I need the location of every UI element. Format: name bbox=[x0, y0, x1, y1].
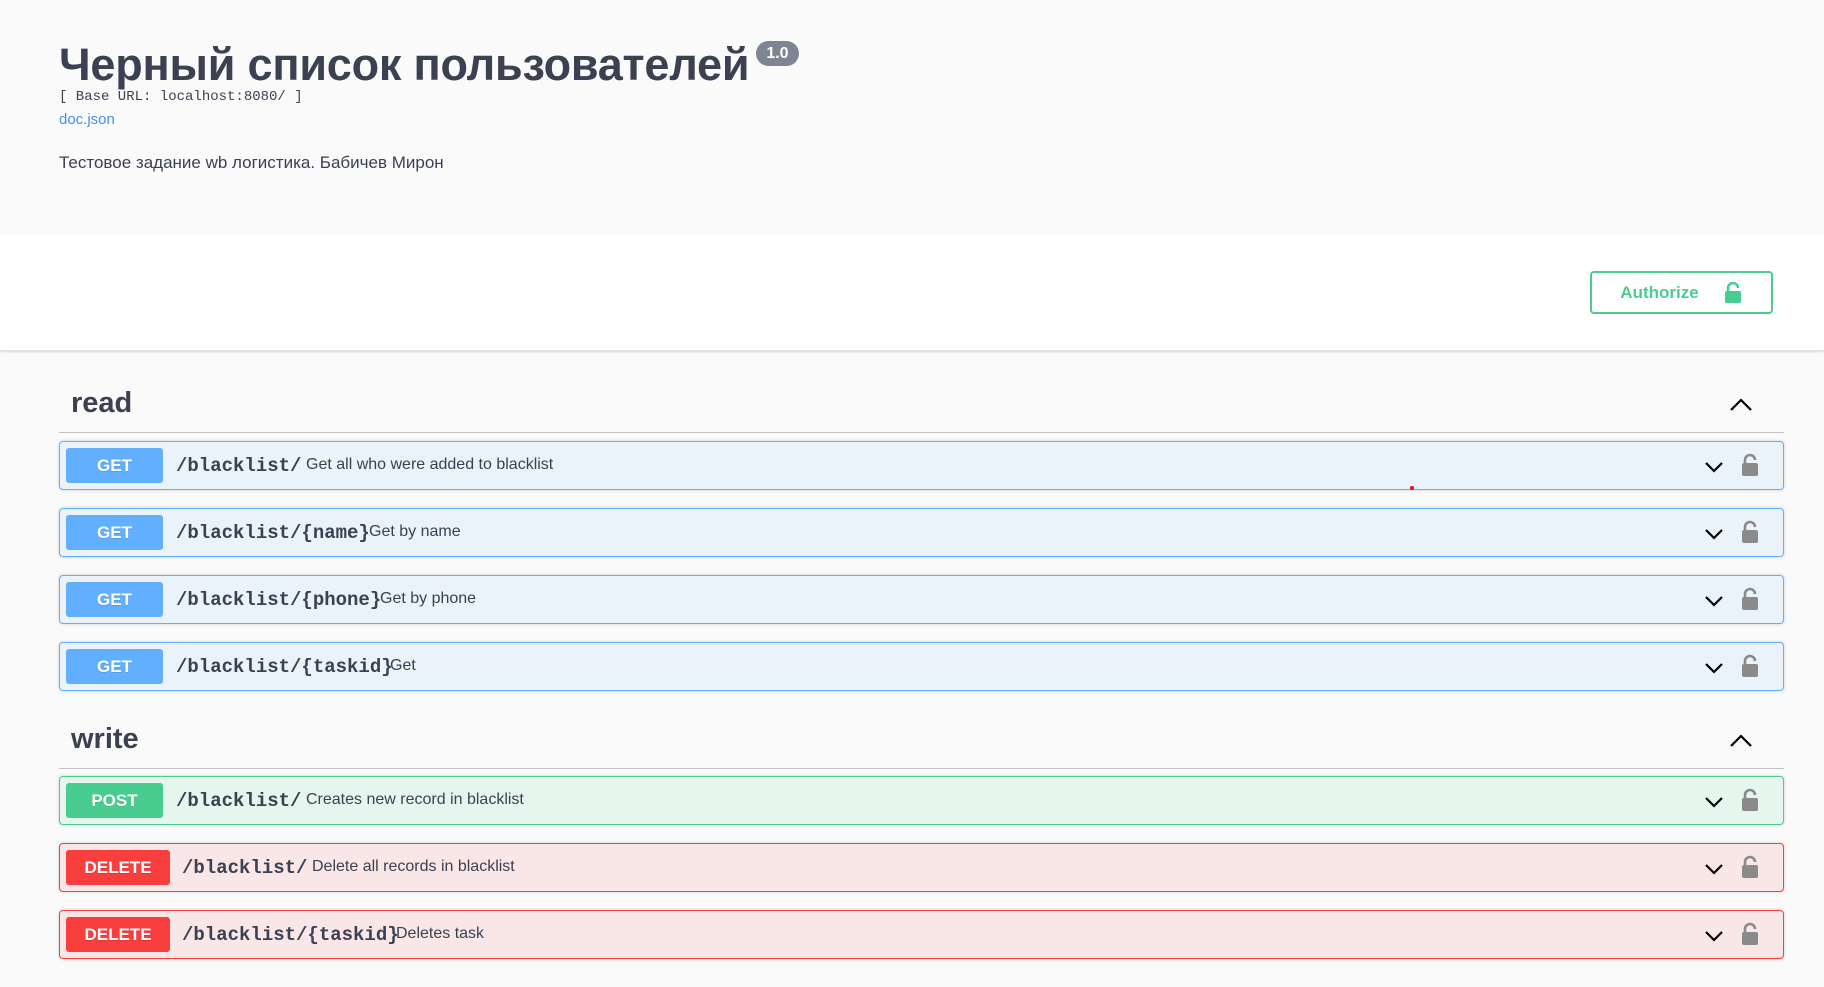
operation-summary: Get bbox=[390, 657, 416, 674]
version-badge: 1.0 bbox=[756, 41, 799, 66]
method-badge: GET bbox=[66, 515, 163, 550]
operation-path: /blacklist/ bbox=[182, 857, 308, 879]
lock-icon[interactable] bbox=[1739, 520, 1761, 544]
operation-get-blacklist-name[interactable]: GET /blacklist/{name} Get by name bbox=[59, 508, 1784, 557]
chevron-up-icon bbox=[1730, 734, 1752, 747]
method-badge: GET bbox=[66, 448, 163, 483]
info-section: Черный список пользователей 1.0 [ Base U… bbox=[0, 0, 1824, 234]
operation-get-blacklist[interactable]: GET /blacklist/ Get all who were added t… bbox=[59, 441, 1784, 490]
operation-summary: Get by name bbox=[369, 523, 461, 540]
chevron-down-icon[interactable] bbox=[1703, 523, 1725, 545]
tag-name: write bbox=[71, 723, 139, 755]
lock-icon[interactable] bbox=[1739, 453, 1761, 477]
tag-header-write[interactable]: write bbox=[59, 711, 1784, 769]
scheme-container: Authorize bbox=[0, 234, 1824, 351]
operation-delete-blacklist[interactable]: DELETE /blacklist/ Delete all records in… bbox=[59, 843, 1784, 892]
chevron-up-icon bbox=[1730, 398, 1752, 411]
operation-delete-blacklist-taskid[interactable]: DELETE /blacklist/{taskid} Deletes task bbox=[59, 910, 1784, 959]
lock-icon[interactable] bbox=[1739, 587, 1761, 611]
tag-name: read bbox=[71, 387, 133, 419]
operation-summary: Deletes task bbox=[396, 925, 485, 942]
base-url: [ Base URL: localhost:8080/ ] bbox=[59, 89, 303, 105]
authorize-label: Authorize bbox=[1620, 282, 1699, 302]
method-badge: GET bbox=[66, 649, 163, 684]
lock-icon[interactable] bbox=[1739, 788, 1761, 812]
chevron-down-icon[interactable] bbox=[1703, 590, 1725, 612]
lock-open-icon bbox=[1724, 281, 1741, 303]
operation-get-blacklist-phone[interactable]: GET /blacklist/{phone} Get by phone bbox=[59, 575, 1784, 624]
chevron-down-icon[interactable] bbox=[1703, 791, 1725, 813]
operation-path: /blacklist/{phone} bbox=[176, 589, 382, 611]
operation-path: /blacklist/ bbox=[176, 790, 302, 812]
authorize-button[interactable]: Authorize bbox=[1590, 271, 1773, 314]
operation-post-blacklist[interactable]: POST /blacklist/ Creates new record in b… bbox=[59, 776, 1784, 825]
operation-path: /blacklist/{taskid} bbox=[176, 656, 393, 678]
lock-icon[interactable] bbox=[1739, 654, 1761, 678]
api-description: Тестовое задание wb логистика. Бабичев М… bbox=[59, 153, 444, 172]
operation-summary: Get by phone bbox=[380, 590, 477, 607]
chevron-down-icon[interactable] bbox=[1703, 657, 1725, 679]
operation-summary: Creates new record in blacklist bbox=[306, 791, 524, 808]
operation-path: /blacklist/ bbox=[176, 455, 302, 477]
method-badge: GET bbox=[66, 582, 163, 617]
lock-icon[interactable] bbox=[1739, 855, 1761, 879]
method-badge: POST bbox=[66, 783, 163, 818]
operation-get-blacklist-taskid[interactable]: GET /blacklist/{taskid} Get bbox=[59, 642, 1784, 691]
chevron-down-icon[interactable] bbox=[1703, 456, 1725, 478]
title-row: Черный список пользователей 1.0 bbox=[59, 38, 799, 92]
method-badge: DELETE bbox=[66, 917, 170, 952]
method-badge: DELETE bbox=[66, 850, 170, 885]
tag-header-read[interactable]: read bbox=[59, 375, 1784, 433]
operation-summary: Get all who were added to blacklist bbox=[306, 456, 554, 473]
page-title: Черный список пользователей bbox=[59, 39, 750, 90]
operation-path: /blacklist/{taskid} bbox=[182, 924, 399, 946]
lock-icon[interactable] bbox=[1739, 922, 1761, 946]
chevron-down-icon[interactable] bbox=[1703, 858, 1725, 880]
cursor-dot bbox=[1410, 486, 1414, 490]
operation-path: /blacklist/{name} bbox=[176, 522, 370, 544]
doc-json-link[interactable]: doc.json bbox=[59, 111, 115, 128]
operation-summary: Delete all records in blacklist bbox=[312, 858, 515, 875]
chevron-down-icon[interactable] bbox=[1703, 925, 1725, 947]
